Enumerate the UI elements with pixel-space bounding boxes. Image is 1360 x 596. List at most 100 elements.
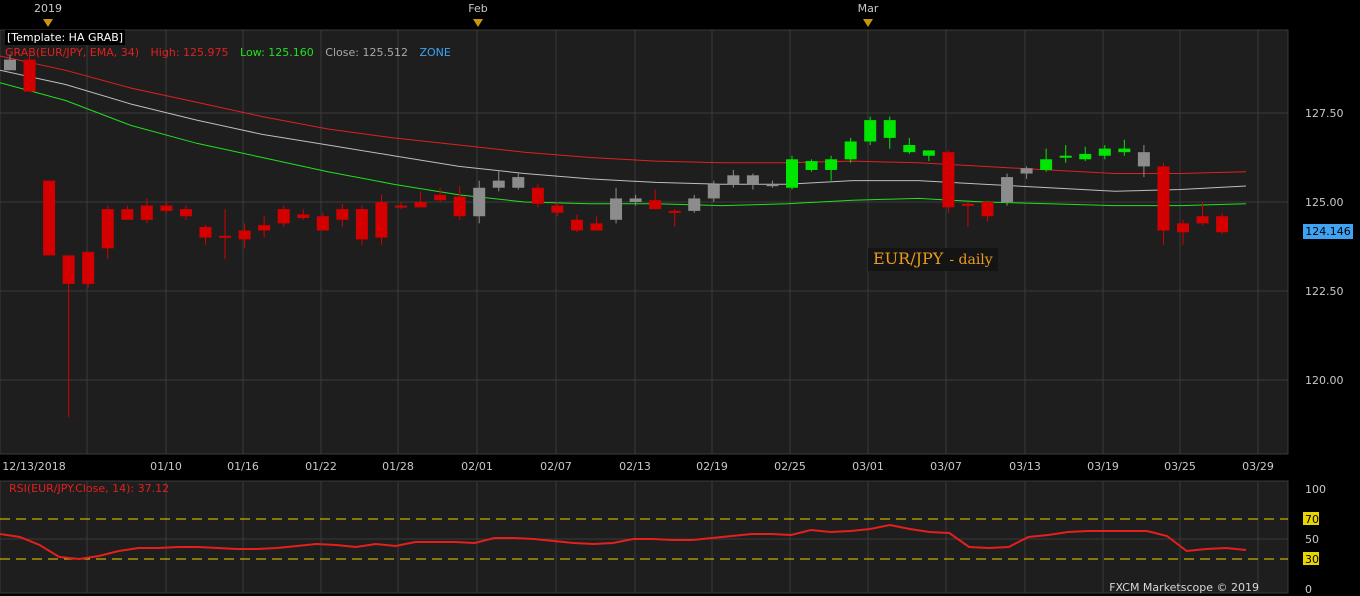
- candle-body: [610, 198, 623, 220]
- candle: [23, 56, 36, 92]
- candle-body: [1196, 216, 1209, 224]
- period-label: 2019: [34, 2, 62, 15]
- template-label: [Template: HA GRAB]: [5, 30, 126, 45]
- x-tick-label: 02/07: [540, 460, 572, 473]
- x-tick-label: 01/28: [382, 460, 414, 473]
- x-tick-label: 02/25: [774, 460, 806, 473]
- x-tick-label: 03/25: [1164, 460, 1196, 473]
- candle-body: [43, 180, 56, 256]
- y-tick-label: 127.50: [1305, 107, 1344, 120]
- candle: [1001, 173, 1014, 206]
- candle-body: [551, 205, 564, 213]
- x-tick-label: 02/13: [619, 460, 651, 473]
- candle-body: [883, 120, 896, 138]
- candle-body: [1137, 152, 1150, 167]
- x-tick-label: 03/01: [852, 460, 884, 473]
- candle-body: [1020, 168, 1033, 174]
- candle-body: [746, 175, 759, 185]
- candle-body: [179, 209, 192, 217]
- x-tick-label: 12/13/2018: [2, 460, 65, 473]
- candle-body: [1216, 216, 1229, 233]
- candle-body: [1098, 148, 1111, 156]
- candle-body: [1177, 223, 1189, 233]
- candle-body: [316, 216, 329, 231]
- candle-body: [1001, 177, 1014, 202]
- candle-body: [786, 159, 798, 188]
- candle-body: [277, 209, 290, 224]
- candle-body: [942, 152, 955, 208]
- rsi-tick-label: 70: [1305, 513, 1319, 526]
- candle-body: [844, 141, 857, 160]
- last-price-tag: 124.146: [1303, 224, 1353, 239]
- indicator-name: GRAB(EUR/JPY, EMA, 34): [5, 46, 140, 59]
- y-tick-label: 125.00: [1305, 196, 1344, 209]
- x-tick-label: 03/19: [1087, 460, 1119, 473]
- candle-body: [649, 200, 662, 210]
- candle-body: [531, 187, 544, 204]
- rsi-tick-label: 100: [1305, 483, 1326, 496]
- candle-body: [805, 161, 818, 170]
- price-plot-area[interactable]: [0, 29, 1289, 455]
- pair-name: EUR/JPY: [873, 249, 944, 268]
- x-tick-label: 03/13: [1009, 460, 1041, 473]
- candle-body: [414, 202, 427, 208]
- candle-body: [1059, 155, 1072, 158]
- chart-canvas: 2019 Feb Mar 12/13/2018 01/10 01/16 01/22 01/2…: [0, 0, 1360, 596]
- indicator-low: Low: 125.160: [240, 46, 314, 59]
- candle: [864, 116, 877, 146]
- candle: [43, 180, 56, 256]
- x-tick-label: 02/19: [696, 460, 728, 473]
- candle: [355, 205, 368, 245]
- candle-body: [1079, 153, 1092, 160]
- candle-body: [297, 214, 310, 219]
- candle-body: [258, 225, 271, 231]
- pair-timeframe: - daily: [949, 252, 993, 268]
- rsi-tick-label: 50: [1305, 533, 1319, 546]
- rsi-plot-area[interactable]: [0, 480, 1289, 594]
- candle-body: [864, 120, 877, 142]
- x-tick-label: 02/01: [461, 460, 493, 473]
- x-tick-label: 03/29: [1242, 460, 1274, 473]
- candle-body: [121, 209, 134, 220]
- x-tick-label: 01/22: [305, 460, 337, 473]
- candle-body: [62, 255, 75, 284]
- candle: [844, 137, 857, 163]
- candle-body: [219, 235, 232, 238]
- candle-body: [668, 210, 681, 213]
- candle-body: [903, 145, 916, 153]
- rsi-tick-label: 0: [1305, 583, 1312, 596]
- candle-body: [23, 59, 36, 92]
- zone-label[interactable]: ZONE: [419, 46, 450, 59]
- indicator-high: High: 125.975: [150, 46, 229, 59]
- period-label: Feb: [468, 2, 487, 15]
- candle: [375, 194, 388, 245]
- candle-body: [238, 230, 251, 240]
- y-tick-label: 120.00: [1305, 374, 1344, 387]
- candle-body: [101, 209, 114, 249]
- candle: [805, 159, 818, 172]
- candle: [786, 155, 798, 190]
- candle-body: [4, 59, 16, 71]
- x-tick-label: 01/10: [150, 460, 182, 473]
- candle-body: [1118, 148, 1131, 153]
- candle-body: [590, 223, 603, 231]
- chart-info-box: [Template: HA GRAB] GRAB(EUR/JPY, EMA, 3…: [5, 30, 459, 60]
- rsi-tick-label: 30: [1305, 553, 1319, 566]
- period-label: Mar: [858, 2, 879, 15]
- x-tick-label: 01/16: [227, 460, 259, 473]
- candle-body: [453, 196, 466, 217]
- rsi-title: RSI(EUR/JPY.Close, 14): 37.12: [9, 482, 170, 495]
- candle-body: [336, 209, 349, 220]
- y-tick-label: 122.50: [1305, 285, 1344, 298]
- candle-body: [922, 150, 935, 156]
- candle-body: [961, 203, 974, 206]
- candle-body: [492, 180, 505, 188]
- candle-body: [688, 198, 701, 211]
- candle-body: [140, 205, 153, 220]
- candle-body: [1157, 166, 1170, 231]
- candle-body: [355, 209, 368, 240]
- candle-body: [375, 202, 388, 238]
- candle-body: [825, 159, 838, 170]
- candle-body: [570, 219, 583, 231]
- candle-body: [160, 205, 173, 211]
